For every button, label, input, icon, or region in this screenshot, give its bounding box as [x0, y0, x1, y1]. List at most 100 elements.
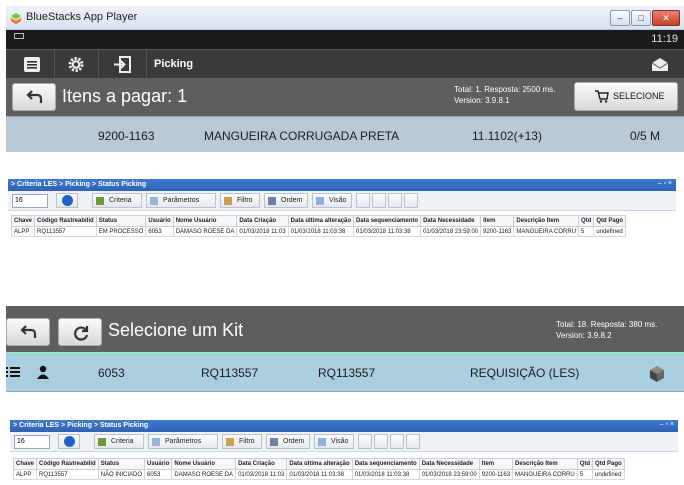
column-header[interactable]: Data Criação [236, 215, 289, 227]
view-button[interactable]: Visão [314, 434, 354, 449]
column-header[interactable]: Descrição Item [513, 215, 580, 227]
view-label: Visão [329, 197, 347, 204]
criteria-label: Criteria [109, 197, 132, 204]
run-button[interactable] [58, 434, 80, 449]
user-icon [37, 365, 49, 379]
grid-toolbar: 16 Criteria Parâmetros Filtro Ordem Visã… [10, 432, 678, 452]
minimize-button[interactable]: – [610, 10, 630, 26]
window-controls[interactable]: – ▫ × [660, 421, 674, 428]
gear-icon[interactable] [66, 55, 86, 74]
toolbar-divider [146, 50, 147, 79]
table-cell: 01/03/2018 11:03:38 [286, 469, 353, 480]
column-header[interactable]: Qtd [576, 458, 594, 470]
refresh-button[interactable] [388, 193, 402, 208]
select-button[interactable]: SELECIONE [574, 82, 678, 111]
refresh-button[interactable] [58, 318, 102, 346]
column-header[interactable]: Data Necessidade [420, 215, 482, 227]
item-progress: 0/5 M [630, 129, 661, 143]
parameters-button[interactable]: Parâmetros [148, 434, 218, 449]
column-header[interactable]: Data última alteração [287, 215, 355, 227]
criteria-button[interactable]: Criteria [92, 193, 142, 208]
page-size-stepper[interactable]: 16 [12, 194, 48, 208]
column-header[interactable]: Nome Usuário [171, 458, 237, 470]
notification-icon [14, 33, 24, 39]
table-cell: MANGUEIRA CORRU [512, 469, 578, 480]
toolbar-title: Picking [154, 58, 194, 70]
back-button[interactable] [6, 318, 50, 346]
filter-label: Filtro [237, 197, 253, 204]
status-version: Version: 3.9.8.2 [556, 331, 612, 340]
table-cell: 5 [578, 226, 595, 237]
parameters-icon [150, 197, 158, 205]
column-header[interactable]: Data Necessidade [418, 458, 480, 470]
list-item[interactable]: 9200-1163 MANGUEIRA CORRUGADA PRETA 11.1… [6, 116, 684, 152]
export-button[interactable] [358, 434, 372, 449]
column-header[interactable]: Código Rastreabilid [34, 215, 97, 227]
column-header[interactable]: Qtd Pago [592, 458, 625, 470]
edit-button[interactable] [404, 193, 418, 208]
order-button[interactable]: Ordem [264, 193, 308, 208]
app-toolbar: Picking [6, 49, 684, 79]
menu-icon[interactable] [22, 55, 42, 74]
column-header[interactable]: Código Rastreabilid [36, 458, 99, 470]
breadcrumb: > Criteria LES > Picking > Status Pickin… [10, 420, 678, 432]
table-row[interactable]: ALPP RQ113557 NÃO INICIADO 6053 DAMASO ROESE… [12, 469, 625, 480]
parameters-icon [152, 438, 160, 446]
close-button[interactable]: ✕ [652, 10, 680, 26]
page-header: Selecione um Kit Total: 18. Resposta: 38… [6, 306, 684, 352]
column-header[interactable]: Nome Usuário [172, 215, 238, 227]
order-button[interactable]: Ordem [266, 434, 310, 449]
page-size-stepper[interactable]: 16 [14, 435, 50, 449]
refresh-icon [74, 326, 89, 341]
save-button[interactable] [374, 434, 388, 449]
back-button[interactable] [12, 83, 56, 111]
column-header[interactable]: Data sequenciamento [351, 458, 420, 470]
column-header[interactable]: Qtd Pago [593, 215, 627, 227]
kit-selection-screen: Selecione um Kit Total: 18. Resposta: 38… [6, 306, 684, 394]
export-button[interactable] [356, 193, 370, 208]
table-cell: 01/03/2018 11:03:38 [287, 226, 355, 237]
column-header[interactable]: Status [95, 215, 147, 227]
edit-button[interactable] [406, 434, 420, 449]
filter-button[interactable]: Filtro [220, 193, 260, 208]
data-table: Chave Código Rastreabilid Status Usuário Nom… [12, 458, 625, 480]
column-header[interactable]: Chave [12, 458, 38, 470]
list-item[interactable]: 6053 RQ113557 RQ113557 REQUISIÇÃO (LES) [6, 352, 684, 392]
save-button[interactable] [372, 193, 386, 208]
criteria-button[interactable]: Criteria [94, 434, 144, 449]
status-response: Total: 18. Resposta: 380 ms. [556, 320, 658, 329]
parameters-button[interactable]: Parâmetros [146, 193, 216, 208]
filter-button[interactable]: Filtro [222, 434, 262, 449]
column-header[interactable]: Usuário [144, 458, 173, 470]
column-header[interactable]: Descrição Item [512, 458, 578, 470]
column-header[interactable]: Item [478, 458, 514, 470]
run-button[interactable] [56, 193, 78, 208]
table-cell: ALPP [12, 469, 38, 480]
column-header[interactable]: Data última alteração [286, 458, 353, 470]
table-cell: 01/03/2018 11:03 [236, 226, 289, 237]
column-header[interactable]: Chave [10, 215, 36, 227]
order-label: Ordem [281, 197, 303, 204]
table-row[interactable]: ALPP RQ113557 EM PROCESSO 6053 DAMASO ROESE … [10, 226, 627, 237]
window-controls[interactable]: – ▫ × [658, 180, 672, 187]
column-header[interactable]: Usuário [145, 215, 174, 227]
column-header[interactable]: Qtd [578, 215, 595, 227]
column-header[interactable]: Data sequenciamento [353, 215, 422, 227]
maximize-button[interactable]: □ [631, 10, 651, 26]
notification-envelope-icon[interactable] [650, 55, 670, 74]
column-header[interactable]: Status [97, 458, 146, 470]
view-button[interactable]: Visão [312, 193, 352, 208]
bluestacks-window: BlueStacks App Player – □ ✕ 11:19 Pickin… [6, 6, 684, 152]
table-cell: MANGUEIRA CORRU [513, 226, 580, 237]
view-icon [318, 438, 326, 446]
logout-icon[interactable] [112, 55, 132, 74]
cart-icon [595, 90, 609, 103]
refresh-button[interactable] [390, 434, 404, 449]
filter-label: Filtro [239, 438, 255, 445]
toolbar-divider [98, 50, 99, 79]
column-header[interactable]: Item [480, 215, 515, 227]
play-icon [64, 436, 75, 447]
table-cell: 01/03/2018 11:03:38 [353, 226, 422, 237]
view-icon [316, 197, 324, 205]
column-header[interactable]: Data Criação [235, 458, 288, 470]
